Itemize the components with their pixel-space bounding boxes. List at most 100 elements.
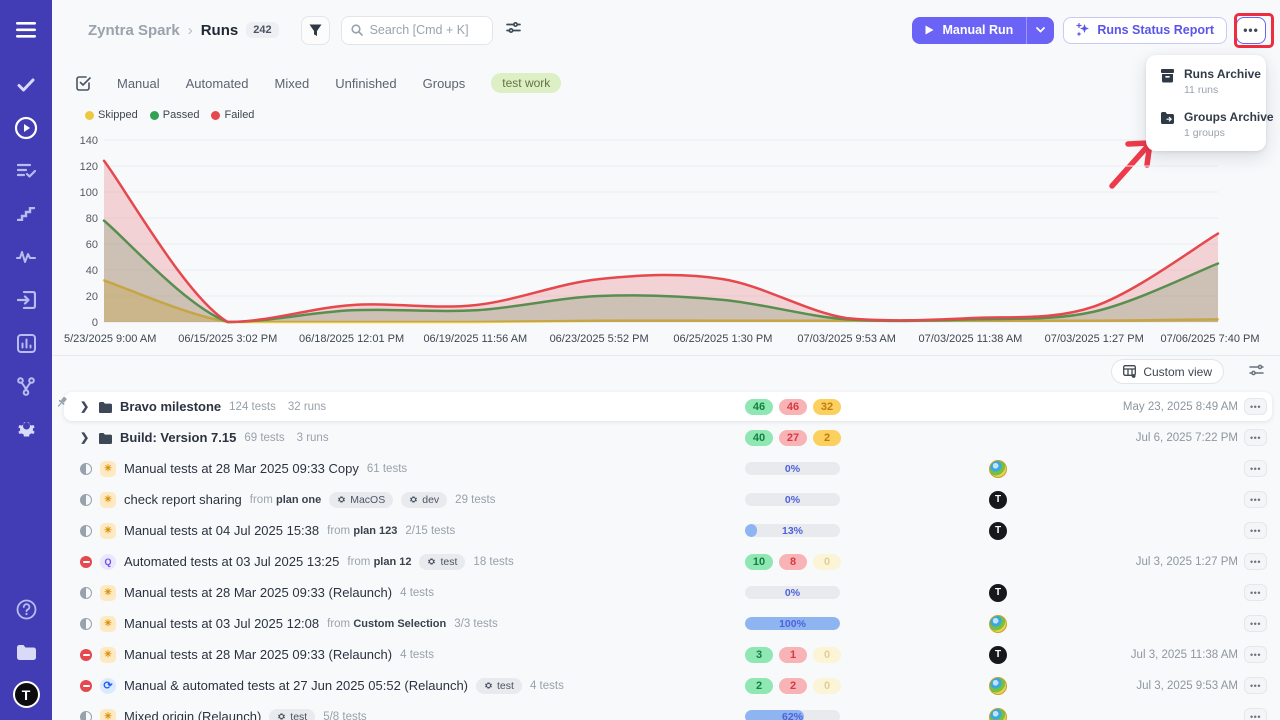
filter-button[interactable] [301,16,330,45]
expand-chevron-icon[interactable]: ❯ [80,400,90,413]
run-row[interactable]: ⟳Manual & automated tests at 27 Jun 2025… [64,671,1272,700]
run-row[interactable]: ✳Manual tests at 28 Mar 2025 09:33 (Rela… [64,578,1272,607]
search-box[interactable] [341,16,493,45]
config-tag[interactable]: test [476,678,522,694]
assignee-avatar-earth[interactable] [989,708,1007,720]
row-date: Jul 3, 2025 9:53 AM [1136,680,1238,692]
legend-dot [150,111,159,120]
plan-name[interactable]: plan 123 [353,525,397,537]
row-meta: 4 tests [530,680,564,692]
row-more-button[interactable]: ••• [1244,429,1267,446]
manual-run-dropdown-button[interactable] [1026,17,1054,44]
plan-name[interactable]: Custom Selection [353,618,446,630]
row-title[interactable]: Manual tests at 28 Mar 2025 09:33 (Relau… [124,585,392,600]
breadcrumb-separator: › [188,22,193,39]
row-title[interactable]: check report sharing [124,492,242,507]
gear-icon[interactable] [12,415,40,443]
hamburger-menu-icon[interactable] [12,16,40,44]
row-more-button[interactable]: ••• [1244,615,1267,632]
status-in-progress-icon [80,525,92,537]
breadcrumb-project[interactable]: Zyntra Spark [88,22,180,39]
row-more-button[interactable]: ••• [1244,584,1267,601]
row-more-button[interactable]: ••• [1244,677,1267,694]
assignee-avatar-t[interactable]: T [989,491,1007,509]
folder-icon [98,432,112,444]
row-title[interactable]: Manual & automated tests at 27 Jun 2025 … [124,678,468,693]
search-input[interactable] [370,23,480,37]
steps-icon[interactable] [12,200,40,228]
branch-icon[interactable] [12,372,40,400]
tune-sliders-icon[interactable] [506,21,521,39]
run-row[interactable]: ✳Manual tests at 28 Mar 2025 09:33 (Rela… [64,640,1272,669]
row-more-button[interactable]: ••• [1244,646,1267,663]
row-more-button[interactable]: ••• [1244,491,1267,508]
row-more-button[interactable]: ••• [1244,522,1267,539]
legend-item-failed[interactable]: Failed [211,109,254,121]
row-meta: 4 tests [400,649,434,661]
logo-avatar[interactable]: T [13,681,40,708]
run-row[interactable]: ✳Manual tests at 28 Mar 2025 09:33 Copy6… [64,454,1272,483]
expand-chevron-icon[interactable]: ❯ [80,431,90,444]
menu-item-runs-archive[interactable]: Runs Archive 11 runs [1160,67,1256,96]
checkbox-edit-icon[interactable] [76,76,91,91]
row-title[interactable]: Manual tests at 28 Mar 2025 09:33 Copy [124,461,359,476]
manual-run-button[interactable]: Manual Run [912,17,1026,44]
help-icon[interactable] [12,595,40,623]
custom-view-button[interactable]: Custom view [1111,359,1224,384]
progress-percent-label: 0% [745,462,840,475]
import-icon[interactable] [12,286,40,314]
legend-item-passed[interactable]: Passed [150,109,200,121]
legend-dot [85,111,94,120]
tab-mixed[interactable]: Mixed [275,76,310,91]
legend-item-skipped[interactable]: Skipped [85,109,138,121]
row-title[interactable]: Mixed origin (Relaunch) [124,709,261,720]
row-from-plan: from plan one [250,494,321,506]
assignee-avatar-t[interactable]: T [989,522,1007,540]
run-row[interactable]: ✳Mixed origin (Relaunch)test5/8 tests62%… [64,702,1272,720]
row-more-button[interactable]: ••• [1244,553,1267,570]
runs-status-report-button[interactable]: Runs Status Report [1063,17,1227,44]
passed-count-badge: 46 [745,399,773,415]
row-title[interactable]: Manual tests at 28 Mar 2025 09:33 (Relau… [124,647,392,662]
tab-unfinished[interactable]: Unfinished [335,76,396,91]
row-title[interactable]: Bravo milestone [120,399,221,414]
row-more-button[interactable]: ••• [1244,708,1267,720]
run-row[interactable]: ✳Manual tests at 03 Jul 2025 12:08from C… [64,609,1272,638]
plan-name[interactable]: plan one [276,494,321,506]
row-title[interactable]: Automated tests at 03 Jul 2025 13:25 [124,554,339,569]
tab-test-work-badge[interactable]: test work [491,73,561,93]
play-circle-icon[interactable] [12,114,40,142]
group-row[interactable]: ❯Build: Version 7.1569 tests3 runs40272J… [64,423,1272,452]
config-tag[interactable]: test [419,554,465,570]
assignee-avatar-t[interactable]: T [989,584,1007,602]
menu-item-groups-archive[interactable]: Groups Archive 1 groups [1160,110,1256,139]
test-list-icon[interactable] [12,157,40,185]
assignee-avatar-earth[interactable] [989,677,1007,695]
tab-groups[interactable]: Groups [423,76,466,91]
config-tag[interactable]: test [269,709,315,720]
row-more-button[interactable]: ••• [1244,460,1267,477]
row-title[interactable]: Manual tests at 04 Jul 2025 15:38 [124,523,319,538]
view-settings-icon[interactable] [1249,363,1264,381]
pulse-icon[interactable] [12,243,40,271]
run-row[interactable]: ✳check report sharingfrom plan oneMacOSd… [64,485,1272,514]
more-actions-button[interactable]: ••• [1236,17,1266,44]
plan-name[interactable]: plan 12 [374,556,412,568]
row-more-button[interactable]: ••• [1244,398,1267,415]
group-row[interactable]: ❯Bravo milestone124 tests32 runs464632Ma… [64,392,1272,421]
check-icon[interactable] [12,71,40,99]
run-row[interactable]: ✳Manual tests at 04 Jul 2025 15:38from p… [64,516,1272,545]
folder-icon [98,401,112,413]
bar-chart-icon[interactable] [12,329,40,357]
config-tag[interactable]: dev [401,492,447,508]
row-title[interactable]: Manual tests at 03 Jul 2025 12:08 [124,616,319,631]
assignee-avatar-t[interactable]: T [989,646,1007,664]
row-title[interactable]: Build: Version 7.15 [120,430,236,445]
assignee-avatar-earth[interactable] [989,460,1007,478]
folder-icon[interactable] [12,638,40,666]
tab-manual[interactable]: Manual [117,76,160,91]
config-tag[interactable]: MacOS [329,492,393,508]
assignee-avatar-earth[interactable] [989,615,1007,633]
run-row[interactable]: QAutomated tests at 03 Jul 2025 13:25fro… [64,547,1272,576]
tab-automated[interactable]: Automated [186,76,249,91]
